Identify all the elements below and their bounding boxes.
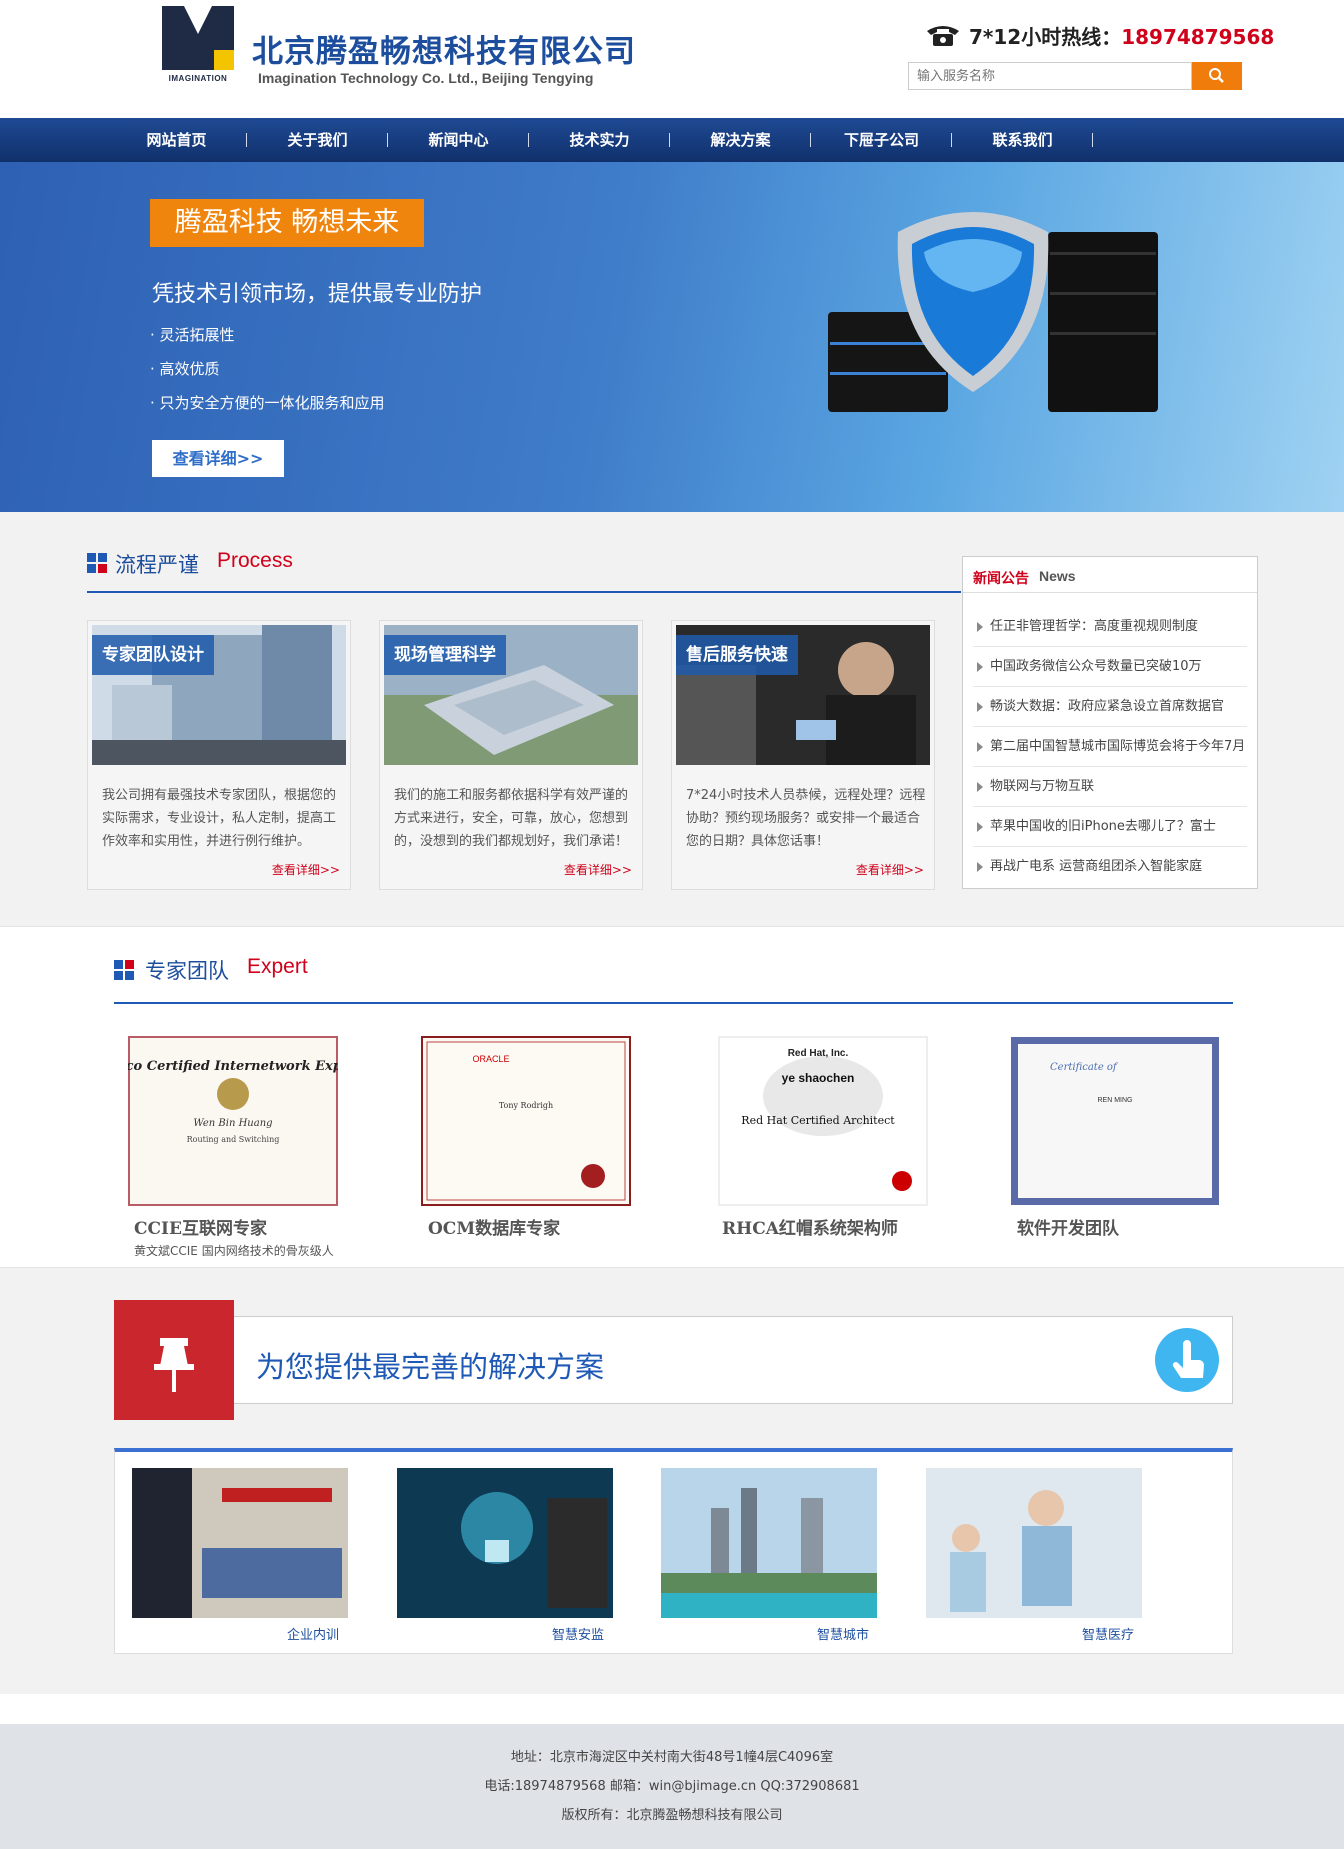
card-label: 专家团队设计 <box>92 635 214 675</box>
hotline-label: 7*12小时热线： <box>969 25 1122 49</box>
pointer-hand-icon[interactable] <box>1153 1326 1221 1394</box>
nav-item-tech[interactable]: 技术实力 <box>529 118 670 162</box>
hotline-number: 18974879568 <box>1121 25 1275 49</box>
cert-oracle[interactable]: ORACLE Tony Rodrigh <box>421 1036 631 1206</box>
banner-tag: 腾盈科技 畅想未来 <box>150 199 424 247</box>
nav-item-about[interactable]: 关于我们 <box>247 118 388 162</box>
banner-headline: 凭技术引领市场，提供最专业防护 <box>152 282 483 307</box>
nav-item-subsidiary[interactable]: 下屉子公司 <box>811 118 952 162</box>
cert-holder: Tony Rodrigh <box>499 1101 553 1110</box>
expert-title-en: Expert <box>247 955 308 978</box>
cert-software[interactable]: Certificate of REN MING <box>1010 1036 1220 1206</box>
news-panel: 新闻公告 News 任正非管理哲学：高度重视规则制度 中国政务微信公众号数量已突… <box>962 556 1258 889</box>
hero-banner: 腾盈科技 畅想未来 凭技术引领市场，提供最专业防护 · 灵活拓展性 · 高效优质… <box>0 162 1344 512</box>
nav-item-solutions[interactable]: 解决方案 <box>670 118 811 162</box>
cert-track: Red Hat Certified Architect <box>741 1114 895 1127</box>
hotline: 7*12小时热线：18974879568 <box>925 20 1274 50</box>
section-icon <box>114 960 134 980</box>
cert-track: Routing and Switching <box>187 1135 280 1144</box>
company-name-cn: 北京腾盈畅想科技有限公司 <box>252 34 636 70</box>
solution-caption[interactable]: 智慧医疗 <box>1000 1624 1216 1643</box>
search-bar <box>908 62 1242 90</box>
company-logo[interactable]: IMAGINATION <box>162 6 234 84</box>
banner-point: · 高效优质 <box>150 360 220 378</box>
solution-caption[interactable]: 智慧城市 <box>735 1624 951 1643</box>
cert-name: RHCA红帽系统架构师 <box>722 1219 898 1239</box>
solution-caption[interactable]: 企业内训 <box>205 1624 421 1643</box>
section-icon <box>87 553 107 573</box>
card-text: 我们的施工和服务都依据科学有效严谨的方式来进行，安全，可靠，放心，您想到的，没想… <box>394 788 629 849</box>
cert-holder: ye shaochen <box>782 1071 855 1085</box>
expert-title: 专家团队 <box>145 959 229 983</box>
nav-item-news[interactable]: 新闻中心 <box>388 118 529 162</box>
solution-image-medical[interactable] <box>926 1468 1142 1618</box>
cert-ccie[interactable]: Cisco Certified Internetwork Expert Wen … <box>128 1036 338 1206</box>
divider <box>114 1002 1233 1004</box>
footer: 地址：北京市海淀区中关村南大街48号1幢4层C4096室 电话:18974879… <box>0 1724 1344 1849</box>
news-item[interactable]: 苹果中国收的旧iPhone去哪儿了？富士 <box>973 807 1247 847</box>
process-title-en: Process <box>217 549 293 572</box>
search-button[interactable] <box>1192 62 1242 90</box>
card-label: 现场管理科学 <box>384 635 506 675</box>
solution-image-training[interactable] <box>132 1468 348 1618</box>
cert-holder: Wen Bin Huang <box>193 1118 272 1129</box>
process-card-design[interactable]: 专家团队设计 我公司拥有最强技术专家团队，根据您的实际需求，专业设计，私人定制，… <box>87 620 351 890</box>
footer-address: 地址：北京市海淀区中关村南大街48号1幢4层C4096室 <box>510 1750 834 1765</box>
news-item[interactable]: 物联网与万物互联 <box>973 767 1247 807</box>
card-more-link[interactable]: 查看详细>> <box>272 861 340 878</box>
nav-item-home[interactable]: 网站首页 <box>106 118 247 162</box>
logo-mark <box>162 6 234 70</box>
card-more-link[interactable]: 查看详细>> <box>856 861 924 878</box>
divider <box>87 591 961 593</box>
search-input[interactable] <box>908 62 1192 90</box>
main-nav: 网站首页 关于我们 新闻中心 技术实力 解决方案 下屉子公司 联系我们 <box>0 118 1344 162</box>
solution-image-security[interactable] <box>397 1468 613 1618</box>
banner-point: · 灵活拓展性 <box>150 326 235 344</box>
news-item[interactable]: 任正非管理哲学：高度重视规则制度 <box>973 607 1247 647</box>
cert-title-text: Cisco Certified Internetwork Expert <box>128 1059 338 1074</box>
cert-title-text: ORACLE <box>472 1054 509 1064</box>
news-title: 新闻公告 <box>973 571 1029 587</box>
news-item[interactable]: 中国政务微信公众号数量已突破10万 <box>973 647 1247 687</box>
company-name-en: Imagination Technology Co. Ltd., Beijing… <box>258 70 594 86</box>
cert-redhat[interactable]: Red Hat, Inc. ye shaochen Red Hat Certif… <box>718 1036 928 1206</box>
cert-description: 黄文斌CCIE 国内网络技术的骨灰级人 <box>134 1244 334 1256</box>
card-text: 7*24小时技术人员恭候，远程处理？远程协助？预约现场服务？或安排一个最适合您的… <box>686 788 926 849</box>
footer-contact: 电话:18974879568 邮箱：win@bjimage.cn QQ:3729… <box>484 1779 860 1794</box>
card-text: 我公司拥有最强技术专家团队，根据您的实际需求，专业设计，私人定制，提高工作效率和… <box>102 788 337 849</box>
process-title: 流程严谨 <box>115 553 199 577</box>
process-card-service[interactable]: 售后服务快速 7*24小时技术人员恭候，远程处理？远程协助？预约现场服务？或安排… <box>671 620 935 890</box>
solution-image-city[interactable] <box>661 1468 877 1618</box>
footer-copyright: 版权所有：北京腾盈畅想科技有限公司 <box>561 1808 783 1823</box>
logo-text: IMAGINATION <box>168 74 228 83</box>
cert-title-text: Red Hat, Inc. <box>788 1048 849 1059</box>
news-title-en: News <box>1039 568 1076 584</box>
news-item[interactable]: 畅谈大数据：政府应紧急设立首席数据官 <box>973 687 1247 727</box>
shield-server-illustration <box>828 212 1158 412</box>
phone-icon <box>925 23 961 47</box>
cert-holder: REN MING <box>1098 1097 1133 1104</box>
banner-detail-button[interactable]: 查看详细>> <box>152 440 284 477</box>
header: IMAGINATION 北京腾盈畅想科技有限公司 Imagination Tec… <box>0 0 1344 118</box>
cert-title-text: Certificate of <box>1050 1062 1119 1073</box>
news-item[interactable]: 再战广电系 运营商组团杀入智能家庭 <box>973 847 1247 887</box>
pin-icon <box>114 1300 234 1420</box>
card-label: 售后服务快速 <box>676 635 798 675</box>
process-card-management[interactable]: 现场管理科学 我们的施工和服务都依据科学有效严谨的方式来进行，安全，可靠，放心，… <box>379 620 643 890</box>
solution-caption[interactable]: 智慧安监 <box>470 1624 686 1643</box>
cert-name: 软件开发团队 <box>1017 1219 1119 1239</box>
banner-point: · 只为安全方便的一体化服务和应用 <box>150 394 385 412</box>
news-header: 新闻公告 News <box>963 557 1257 593</box>
cert-name: CCIE互联网专家 <box>134 1219 267 1239</box>
search-icon <box>1209 68 1224 83</box>
nav-item-contact[interactable]: 联系我们 <box>952 118 1093 162</box>
solutions-title: 为您提供最完善的解决方案 <box>256 1350 605 1384</box>
card-more-link[interactable]: 查看详细>> <box>564 861 632 878</box>
cert-name: OCM数据库专家 <box>428 1219 561 1239</box>
news-item[interactable]: 第二届中国智慧城市国际博览会将于今年7月 <box>973 727 1247 767</box>
